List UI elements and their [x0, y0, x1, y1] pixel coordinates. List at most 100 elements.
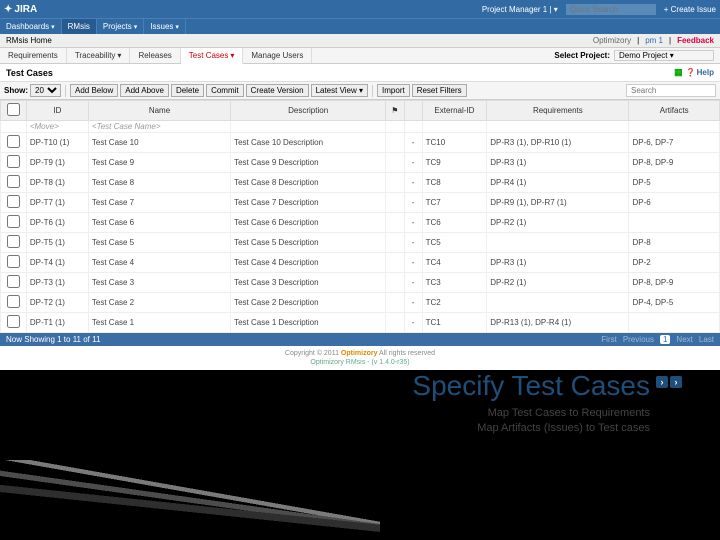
- table-row[interactable]: DP-T3 (1)Test Case 3Test Case 3 Descript…: [1, 273, 720, 293]
- cell-ext: TC5: [422, 233, 487, 253]
- row-checkbox[interactable]: [7, 175, 20, 188]
- table-row[interactable]: DP-T7 (1)Test Case 7Test Case 7 Descript…: [1, 193, 720, 213]
- table-row[interactable]: DP-T5 (1)Test Case 5Test Case 5 Descript…: [1, 233, 720, 253]
- cell-flag[interactable]: [386, 273, 404, 293]
- cell-link[interactable]: -: [404, 293, 422, 313]
- cell-link[interactable]: -: [404, 133, 422, 153]
- row-checkbox[interactable]: [7, 195, 20, 208]
- nav-rmsis[interactable]: RMsis: [62, 19, 97, 34]
- help-link[interactable]: ❓ Help: [686, 68, 714, 77]
- col-artifacts[interactable]: Artifacts: [629, 101, 720, 121]
- cell-flag[interactable]: [386, 213, 404, 233]
- row-checkbox[interactable]: [7, 315, 20, 328]
- cell-desc: Test Case 10 Description: [231, 133, 386, 153]
- cell-link[interactable]: -: [404, 193, 422, 213]
- cell-flag[interactable]: [386, 233, 404, 253]
- row-checkbox[interactable]: [7, 275, 20, 288]
- create-issue-link[interactable]: + Create Issue: [664, 5, 716, 14]
- table-row[interactable]: DP-T1 (1)Test Case 1Test Case 1 Descript…: [1, 313, 720, 333]
- commit-button[interactable]: Commit: [206, 84, 244, 97]
- nav-issues[interactable]: Issues▾: [144, 19, 186, 34]
- table-row[interactable]: DP-T8 (1)Test Case 8Test Case 8 Descript…: [1, 173, 720, 193]
- table-row[interactable]: DP-T6 (1)Test Case 6Test Case 6 Descript…: [1, 213, 720, 233]
- cell-link[interactable]: -: [404, 273, 422, 293]
- select-project-label: Select Project:: [554, 51, 610, 60]
- feedback-link[interactable]: Feedback: [677, 36, 714, 45]
- table-row[interactable]: DP-T9 (1)Test Case 9Test Case 9 Descript…: [1, 153, 720, 173]
- pager-next[interactable]: Next: [676, 335, 692, 344]
- row-checkbox[interactable]: [7, 135, 20, 148]
- cell-flag[interactable]: [386, 173, 404, 193]
- cell-flag[interactable]: [386, 253, 404, 273]
- filter-id[interactable]: <Move>: [26, 121, 88, 133]
- cell-name: Test Case 3: [88, 273, 230, 293]
- toolbar: Show: 20 Add Below Add Above Delete Comm…: [0, 82, 720, 100]
- cell-ext: TC7: [422, 193, 487, 213]
- reset-filters-button[interactable]: Reset Filters: [412, 84, 467, 97]
- filter-name[interactable]: <Test Case Name>: [88, 121, 230, 133]
- cell-flag[interactable]: [386, 133, 404, 153]
- cell-link[interactable]: -: [404, 313, 422, 333]
- cell-flag[interactable]: [386, 193, 404, 213]
- latest-view-button[interactable]: Latest View ▾: [311, 84, 368, 97]
- cell-link[interactable]: -: [404, 233, 422, 253]
- show-select[interactable]: 20: [30, 84, 61, 97]
- pager-last[interactable]: Last: [699, 335, 714, 344]
- col-requirements[interactable]: Requirements: [487, 101, 629, 121]
- quick-search-input[interactable]: [566, 4, 656, 15]
- col-checkbox[interactable]: [1, 101, 27, 121]
- optimizory-link[interactable]: Optimizory: [593, 36, 631, 45]
- table-row[interactable]: DP-T4 (1)Test Case 4Test Case 4 Descript…: [1, 253, 720, 273]
- cell-desc: Test Case 8 Description: [231, 173, 386, 193]
- nav-projects[interactable]: Projects▾: [97, 19, 144, 34]
- jira-logo: JIRA: [4, 4, 37, 15]
- cell-link[interactable]: -: [404, 173, 422, 193]
- col-link[interactable]: [404, 101, 422, 121]
- subnav-releases[interactable]: Releases: [130, 48, 180, 63]
- table-row[interactable]: DP-T2 (1)Test Case 2Test Case 2 Descript…: [1, 293, 720, 313]
- cell-id: DP-T8 (1): [26, 173, 88, 193]
- row-checkbox[interactable]: [7, 255, 20, 268]
- page-title-bar: Test Cases ▦ ❓ Help: [0, 64, 720, 82]
- cell-link[interactable]: -: [404, 253, 422, 273]
- subnav-requirements[interactable]: Requirements: [0, 48, 67, 63]
- cell-name: Test Case 1: [88, 313, 230, 333]
- pager-page[interactable]: 1: [660, 335, 670, 344]
- cell-id: DP-T9 (1): [26, 153, 88, 173]
- row-checkbox[interactable]: [7, 235, 20, 248]
- add-above-button[interactable]: Add Above: [120, 84, 169, 97]
- row-checkbox[interactable]: [7, 295, 20, 308]
- cell-link[interactable]: -: [404, 213, 422, 233]
- grid-search-input[interactable]: [626, 84, 716, 97]
- project-select[interactable]: Demo Project ▾: [614, 50, 714, 61]
- col-flag[interactable]: ⚑: [386, 101, 404, 121]
- row-checkbox[interactable]: [7, 155, 20, 168]
- subnav-manage-users[interactable]: Manage Users: [243, 48, 312, 63]
- nav-dashboards[interactable]: Dashboards▾: [0, 19, 62, 34]
- cell-link[interactable]: -: [404, 153, 422, 173]
- cell-flag[interactable]: [386, 153, 404, 173]
- delete-button[interactable]: Delete: [171, 84, 204, 97]
- pager-first[interactable]: First: [601, 335, 617, 344]
- user-menu[interactable]: Project Manager 1 | ▾: [482, 5, 558, 14]
- col-description[interactable]: Description: [231, 101, 386, 121]
- pm1-link[interactable]: pm 1: [645, 36, 663, 45]
- add-below-button[interactable]: Add Below: [70, 84, 118, 97]
- subnav-testcases[interactable]: Test Cases ▾: [181, 48, 244, 64]
- cell-req: [487, 233, 629, 253]
- row-checkbox[interactable]: [7, 215, 20, 228]
- table-row[interactable]: DP-T10 (1)Test Case 10Test Case 10 Descr…: [1, 133, 720, 153]
- excel-export-icon[interactable]: ▦: [674, 67, 683, 78]
- import-button[interactable]: Import: [377, 84, 410, 97]
- col-external-id[interactable]: External-ID: [422, 101, 487, 121]
- col-id[interactable]: ID: [26, 101, 88, 121]
- cell-art: DP-8, DP-9: [629, 153, 720, 173]
- cell-flag[interactable]: [386, 313, 404, 333]
- cell-req: [487, 293, 629, 313]
- cell-desc: Test Case 7 Description: [231, 193, 386, 213]
- create-version-button[interactable]: Create Version: [246, 84, 309, 97]
- pager-prev[interactable]: Previous: [623, 335, 654, 344]
- col-name[interactable]: Name: [88, 101, 230, 121]
- cell-flag[interactable]: [386, 293, 404, 313]
- subnav-traceability[interactable]: Traceability ▾: [67, 48, 131, 63]
